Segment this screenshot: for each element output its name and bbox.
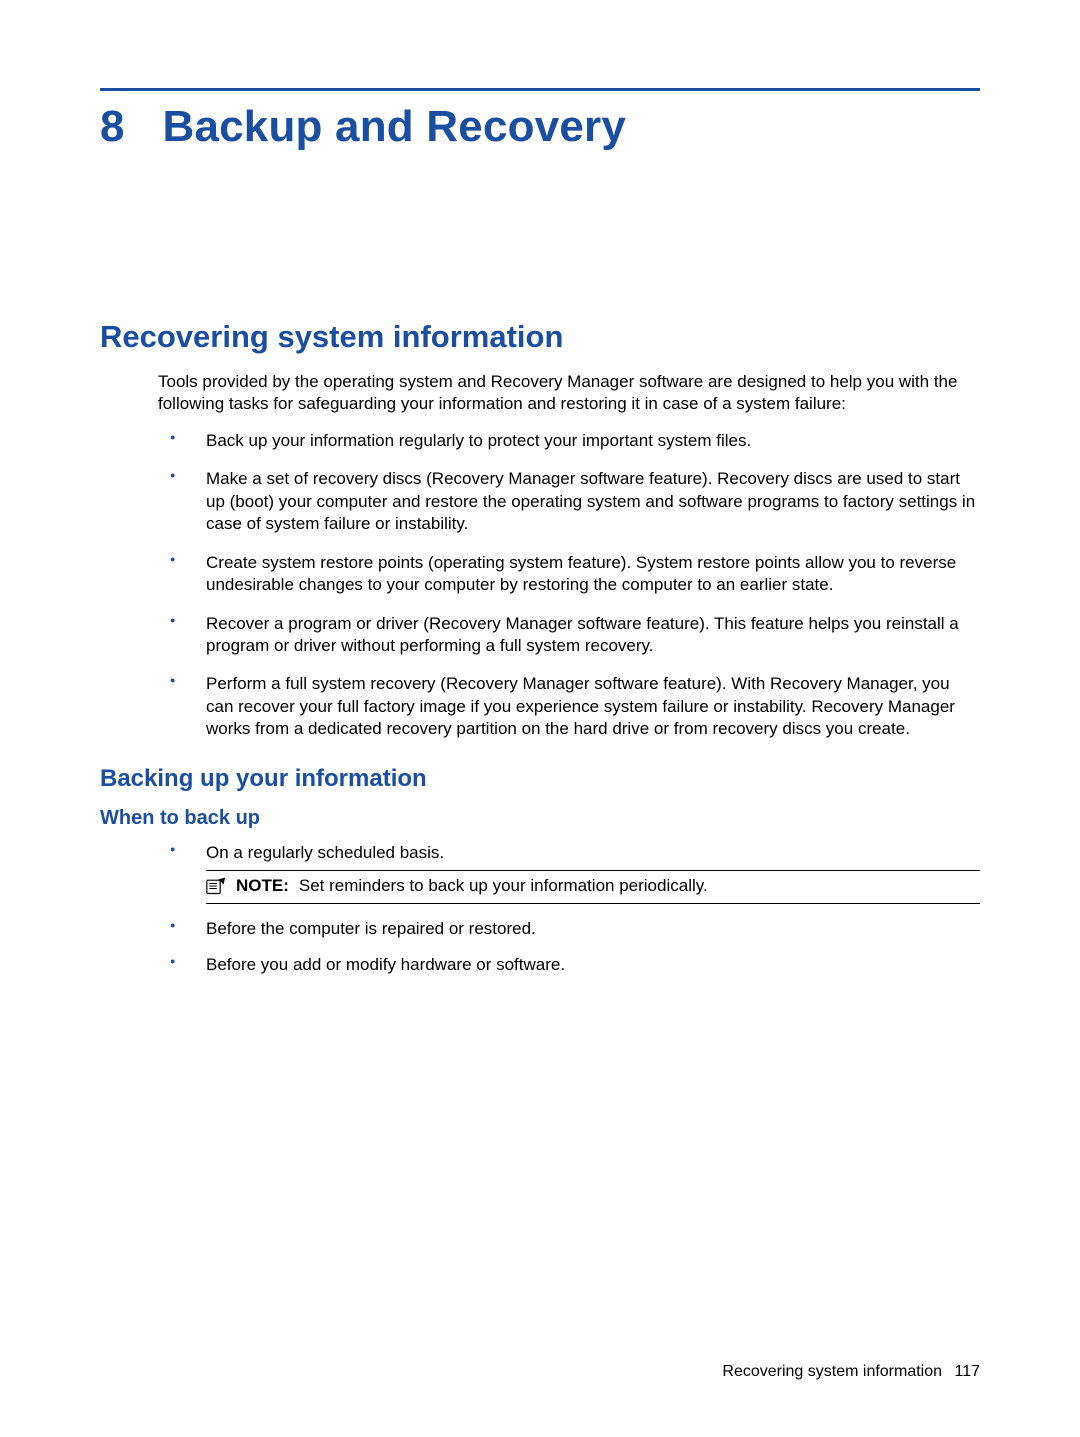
chapter-number: 8 xyxy=(100,105,124,149)
section-heading-backing-up: Backing up your information xyxy=(100,765,980,793)
document-page: 8 Backup and Recovery Recovering system … xyxy=(0,0,1080,976)
list-item: Create system restore points (operating … xyxy=(158,552,980,597)
page-number: 117 xyxy=(954,1363,980,1380)
list-item: On a regularly scheduled basis. NOTE: Se… xyxy=(158,842,980,904)
list-item: Make a set of recovery discs (Recovery M… xyxy=(158,468,980,535)
list-item: Recover a program or driver (Recovery Ma… xyxy=(158,613,980,658)
section-heading-recovering: Recovering system information xyxy=(100,319,980,355)
list-item: Back up your information regularly to pr… xyxy=(158,430,980,452)
when-list: On a regularly scheduled basis. NOTE: Se… xyxy=(158,842,980,977)
list-item: Before the computer is repaired or resto… xyxy=(158,918,980,940)
note-box: NOTE: Set reminders to back up your info… xyxy=(206,870,980,903)
page-footer: Recovering system information 117 xyxy=(722,1363,980,1381)
task-list: Back up your information regularly to pr… xyxy=(158,430,980,741)
list-item-text: On a regularly scheduled basis. xyxy=(206,843,444,862)
chapter-header: 8 Backup and Recovery xyxy=(100,105,980,149)
list-item: Perform a full system recovery (Recovery… xyxy=(158,673,980,740)
footer-section-title: Recovering system information xyxy=(722,1363,942,1380)
top-rule xyxy=(100,88,980,91)
list-item: Before you add or modify hardware or sof… xyxy=(158,954,980,976)
note-icon xyxy=(206,877,226,895)
note-text: Set reminders to back up your informatio… xyxy=(299,875,708,897)
subsection-heading-when: When to back up xyxy=(100,807,980,830)
note-label: NOTE: xyxy=(236,875,289,897)
intro-paragraph: Tools provided by the operating system a… xyxy=(158,371,980,416)
chapter-title: Backup and Recovery xyxy=(162,105,626,149)
